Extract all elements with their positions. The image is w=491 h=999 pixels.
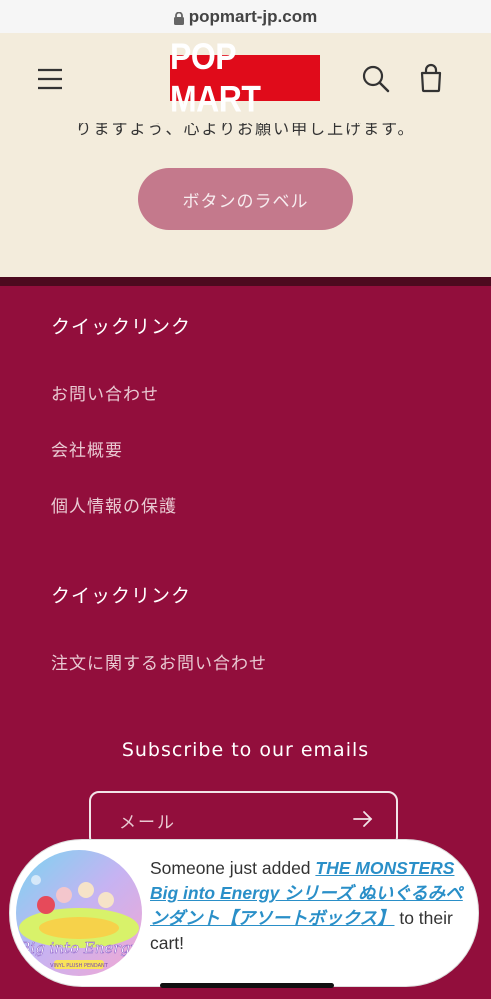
browser-url-bar[interactable]: popmart-jp.com — [0, 0, 491, 33]
search-icon[interactable] — [362, 65, 390, 93]
toast-prefix: Someone just added — [150, 858, 316, 878]
thumb-caption: VINYL PLUSH PENDANT — [50, 963, 109, 969]
url-text: popmart-jp.com — [188, 6, 318, 26]
email-placeholder: メール — [119, 813, 176, 833]
footer-heading-quick-links-2: クイックリンク — [51, 585, 192, 607]
cart-icon[interactable] — [416, 63, 446, 93]
hamburger-menu-icon[interactable] — [36, 67, 64, 91]
product-thumbnail[interactable]: Big into Energy VINYL PLUSH PENDANT — [16, 850, 142, 976]
footer-link-company[interactable]: 会社概要 — [51, 436, 123, 461]
footer-link-contact[interactable]: お問い合わせ — [51, 380, 159, 405]
email-field[interactable]: メール — [89, 791, 398, 847]
subscribe-title: Subscribe to our emails — [121, 739, 370, 761]
arrow-right-icon[interactable] — [352, 810, 374, 828]
home-indicator — [160, 983, 334, 988]
logo-text: POP MART — [170, 35, 261, 120]
thumb-title: Big into Energy — [18, 939, 139, 957]
footer-link-order-inquiry[interactable]: 注文に関するお問い合わせ — [51, 649, 267, 674]
banner-button[interactable]: ボタンのラベル — [138, 168, 353, 230]
footer-link-privacy[interactable]: 個人情報の保護 — [51, 492, 177, 517]
site-header: POP MART — [0, 33, 491, 123]
pop-mart-logo[interactable]: POP MART — [170, 35, 320, 119]
cart-notification-toast[interactable]: Big into Energy VINYL PLUSH PENDANT Some… — [10, 840, 478, 986]
banner-text: りますよう、心よりお願い申し上げます。 — [75, 123, 416, 138]
footer-heading-quick-links-1: クイックリンク — [51, 316, 192, 338]
section-divider — [0, 277, 491, 286]
banner-section: りますよう、心よりお願い申し上げます。 ボタンのラベル — [0, 123, 491, 277]
toast-message: Someone just added THE MONSTERS Big into… — [150, 856, 466, 956]
lock-icon — [173, 11, 184, 25]
